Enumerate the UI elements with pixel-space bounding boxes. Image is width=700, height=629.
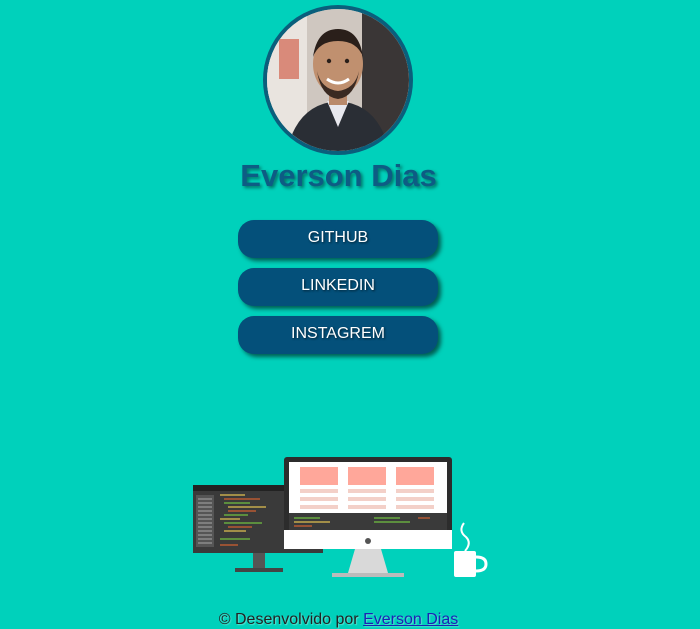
profile-name: Everson Dias bbox=[240, 158, 437, 193]
profile-avatar bbox=[263, 5, 413, 155]
developer-workspace-illustration-icon bbox=[193, 457, 488, 577]
footer-prefix: © Desenvolvido por bbox=[218, 611, 359, 628]
footer-author-link[interactable]: Everson Dias bbox=[363, 611, 458, 628]
github-button[interactable]: GITHUB bbox=[238, 220, 438, 258]
profile-photo-icon bbox=[267, 9, 409, 151]
instagram-button[interactable]: INSTAGREM bbox=[238, 316, 438, 354]
linkedin-button[interactable]: LINKEDIN bbox=[238, 268, 438, 306]
footer: © Desenvolvido por Everson Dias bbox=[0, 611, 677, 629]
